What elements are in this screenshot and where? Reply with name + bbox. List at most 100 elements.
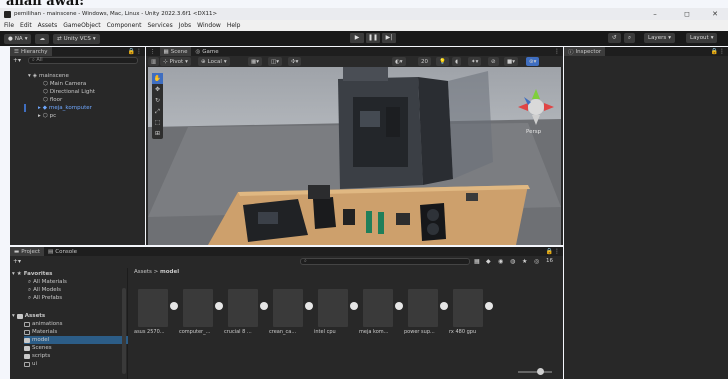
- draw-mode-button[interactable]: ◐▾: [392, 57, 406, 66]
- asset-label: crean_ca...: [269, 329, 297, 335]
- hierarchy-item-label: floor: [49, 97, 63, 103]
- scale-icon: ⤢: [155, 108, 160, 115]
- menu-assets[interactable]: Assets: [38, 22, 58, 29]
- expand-asset-icon[interactable]: [170, 302, 178, 310]
- gpu-fan-1: [427, 209, 439, 221]
- vcs-button[interactable]: ⇄ Unity VCS ▾: [52, 33, 100, 44]
- layers-dropdown[interactable]: Layers ▾: [644, 33, 675, 43]
- audio-toggle[interactable]: ◖: [452, 57, 461, 66]
- menu-file[interactable]: File: [4, 22, 14, 29]
- gizmo-x-axis: [544, 103, 554, 111]
- asset-tile[interactable]: [408, 289, 438, 327]
- close-button[interactable]: ✕: [700, 8, 728, 20]
- lighting-toggle[interactable]: 💡: [436, 57, 449, 66]
- ram-sticks: [386, 107, 400, 137]
- menu-services[interactable]: Services: [147, 22, 172, 29]
- tab-inspector[interactable]: ⓘ Inspector: [564, 47, 606, 56]
- expand-asset-icon[interactable]: [215, 302, 223, 310]
- scene-tab-label: Scene: [170, 48, 188, 55]
- expand-asset-icon[interactable]: [440, 302, 448, 310]
- local-dropdown[interactable]: ⊕ Local ▾: [198, 57, 230, 66]
- hierarchy-item[interactable]: ⬡ Main Camera: [43, 80, 86, 88]
- scene-viewport[interactable]: Persp ✋ ✥ ↻ ⤢ ⬚ ⊞: [148, 67, 561, 245]
- step-button[interactable]: ▶|: [382, 33, 396, 43]
- maximize-button[interactable]: ◻: [672, 8, 702, 20]
- expand-asset-icon[interactable]: [485, 302, 493, 310]
- account-button[interactable]: ● NA ▾: [4, 33, 32, 44]
- asset-tile[interactable]: [318, 289, 348, 327]
- ram-stick-green-2: [378, 212, 384, 234]
- scene-root-row[interactable]: ▾ ◈ mainscene: [28, 72, 69, 80]
- cloud-button[interactable]: ☁: [35, 33, 49, 44]
- search-button[interactable]: ⌕: [624, 33, 636, 43]
- more-menu-icon[interactable]: ⋮: [719, 48, 725, 55]
- asset-grid: asus 2570... computer_... crucial 8 ... …: [10, 247, 563, 379]
- layout-label: Layout: [690, 35, 709, 41]
- gizmos-button[interactable]: ⊛▾: [526, 57, 540, 66]
- lock-icon[interactable]: 🔒: [711, 48, 718, 55]
- tab-hierarchy[interactable]: ☰ Hierarchy: [10, 47, 52, 56]
- drag-handle[interactable]: ⋮: [146, 47, 160, 56]
- inspector-tab-label: Inspector: [575, 48, 602, 55]
- hierarchy-item[interactable]: ⬡ Directional Light: [43, 88, 95, 96]
- clipped-heading-text: anan awal:: [6, 0, 85, 8]
- menu-help[interactable]: Help: [227, 22, 241, 29]
- lock-icon[interactable]: 🔒: [128, 48, 135, 55]
- menu-window[interactable]: Window: [197, 22, 221, 29]
- gameobject-icon: ⬡: [43, 97, 48, 103]
- more-menu-icon[interactable]: ⋮: [554, 48, 560, 55]
- menu-component[interactable]: Component: [107, 22, 142, 29]
- left-gutter: [0, 46, 10, 379]
- gizmo-count[interactable]: 20: [418, 57, 431, 66]
- add-icon[interactable]: +▾: [13, 57, 21, 64]
- hierarchy-item[interactable]: ▸ ⬡ pc: [38, 112, 56, 120]
- pc-case-side: [418, 77, 453, 185]
- tab-game[interactable]: ◎ Game: [191, 47, 222, 56]
- asset-tile[interactable]: [228, 289, 258, 327]
- asset-tile[interactable]: [138, 289, 168, 327]
- camera-settings-button[interactable]: ■▾: [504, 57, 518, 66]
- asset-tile[interactable]: [363, 289, 393, 327]
- pivot-dropdown[interactable]: ⊹ Pivot ▾: [160, 57, 191, 66]
- grid-snap-button[interactable]: ▦▾: [248, 57, 262, 66]
- expand-asset-icon[interactable]: [350, 302, 358, 310]
- minimize-button[interactable]: –: [640, 8, 670, 20]
- zoom-slider-handle[interactable]: [537, 368, 544, 375]
- rotate-tool[interactable]: ↻: [152, 95, 163, 106]
- hierarchy-item[interactable]: ⬡ floor: [43, 96, 62, 104]
- zoom-slider[interactable]: [518, 371, 552, 373]
- transform-tool[interactable]: ⊞: [152, 128, 163, 139]
- hierarchy-search-input[interactable]: ⌕ All: [28, 57, 138, 64]
- tab-scene[interactable]: ▦ Scene: [159, 47, 192, 56]
- undo-history-button[interactable]: ↺: [608, 33, 621, 43]
- account-label: NA: [14, 35, 23, 42]
- effects-toggle[interactable]: ✦▾: [468, 57, 482, 66]
- menu-gameobject[interactable]: GameObject: [63, 22, 100, 29]
- rect-tool[interactable]: ⬚: [152, 117, 163, 128]
- asset-tile[interactable]: [183, 289, 213, 327]
- scale-tool[interactable]: ⤢: [152, 106, 163, 117]
- expand-asset-icon[interactable]: [305, 302, 313, 310]
- hierarchy-item[interactable]: ▸ ◆ meja_komputer: [38, 104, 92, 112]
- hierarchy-tabrow: ☰ Hierarchy 🔒 ⋮: [10, 47, 145, 56]
- expand-asset-icon[interactable]: [395, 302, 403, 310]
- hidden-objects-toggle[interactable]: ⊘: [488, 57, 499, 66]
- persp-label[interactable]: Persp: [526, 129, 541, 135]
- pause-button[interactable]: ❚❚: [366, 33, 380, 43]
- play-button[interactable]: ▶: [350, 33, 364, 43]
- expand-asset-icon[interactable]: [260, 302, 268, 310]
- draw-mode-icon: ◐▾: [395, 58, 403, 65]
- hand-tool[interactable]: ✋: [152, 73, 163, 84]
- menu-jobs[interactable]: Jobs: [179, 22, 191, 29]
- overlay-menu-button[interactable]: ▥: [148, 57, 160, 66]
- asset-tile[interactable]: [453, 289, 483, 327]
- snap-settings-button[interactable]: ✣▾: [288, 57, 302, 66]
- scene-panel: ⋮ ▦ Scene ◎ Game ⋮ ▥ ⊹ Pivot ▾ ⊕ Local ▾ ▦▾ …: [146, 47, 563, 245]
- gizmo-count-label: 20: [421, 58, 428, 65]
- layout-dropdown[interactable]: Layout ▾: [686, 33, 718, 43]
- snap-increment-button[interactable]: ◫▾: [268, 57, 282, 66]
- move-tool[interactable]: ✥: [152, 84, 163, 95]
- more-menu-icon[interactable]: ⋮: [136, 48, 142, 55]
- menu-edit[interactable]: Edit: [20, 22, 32, 29]
- asset-tile[interactable]: [273, 289, 303, 327]
